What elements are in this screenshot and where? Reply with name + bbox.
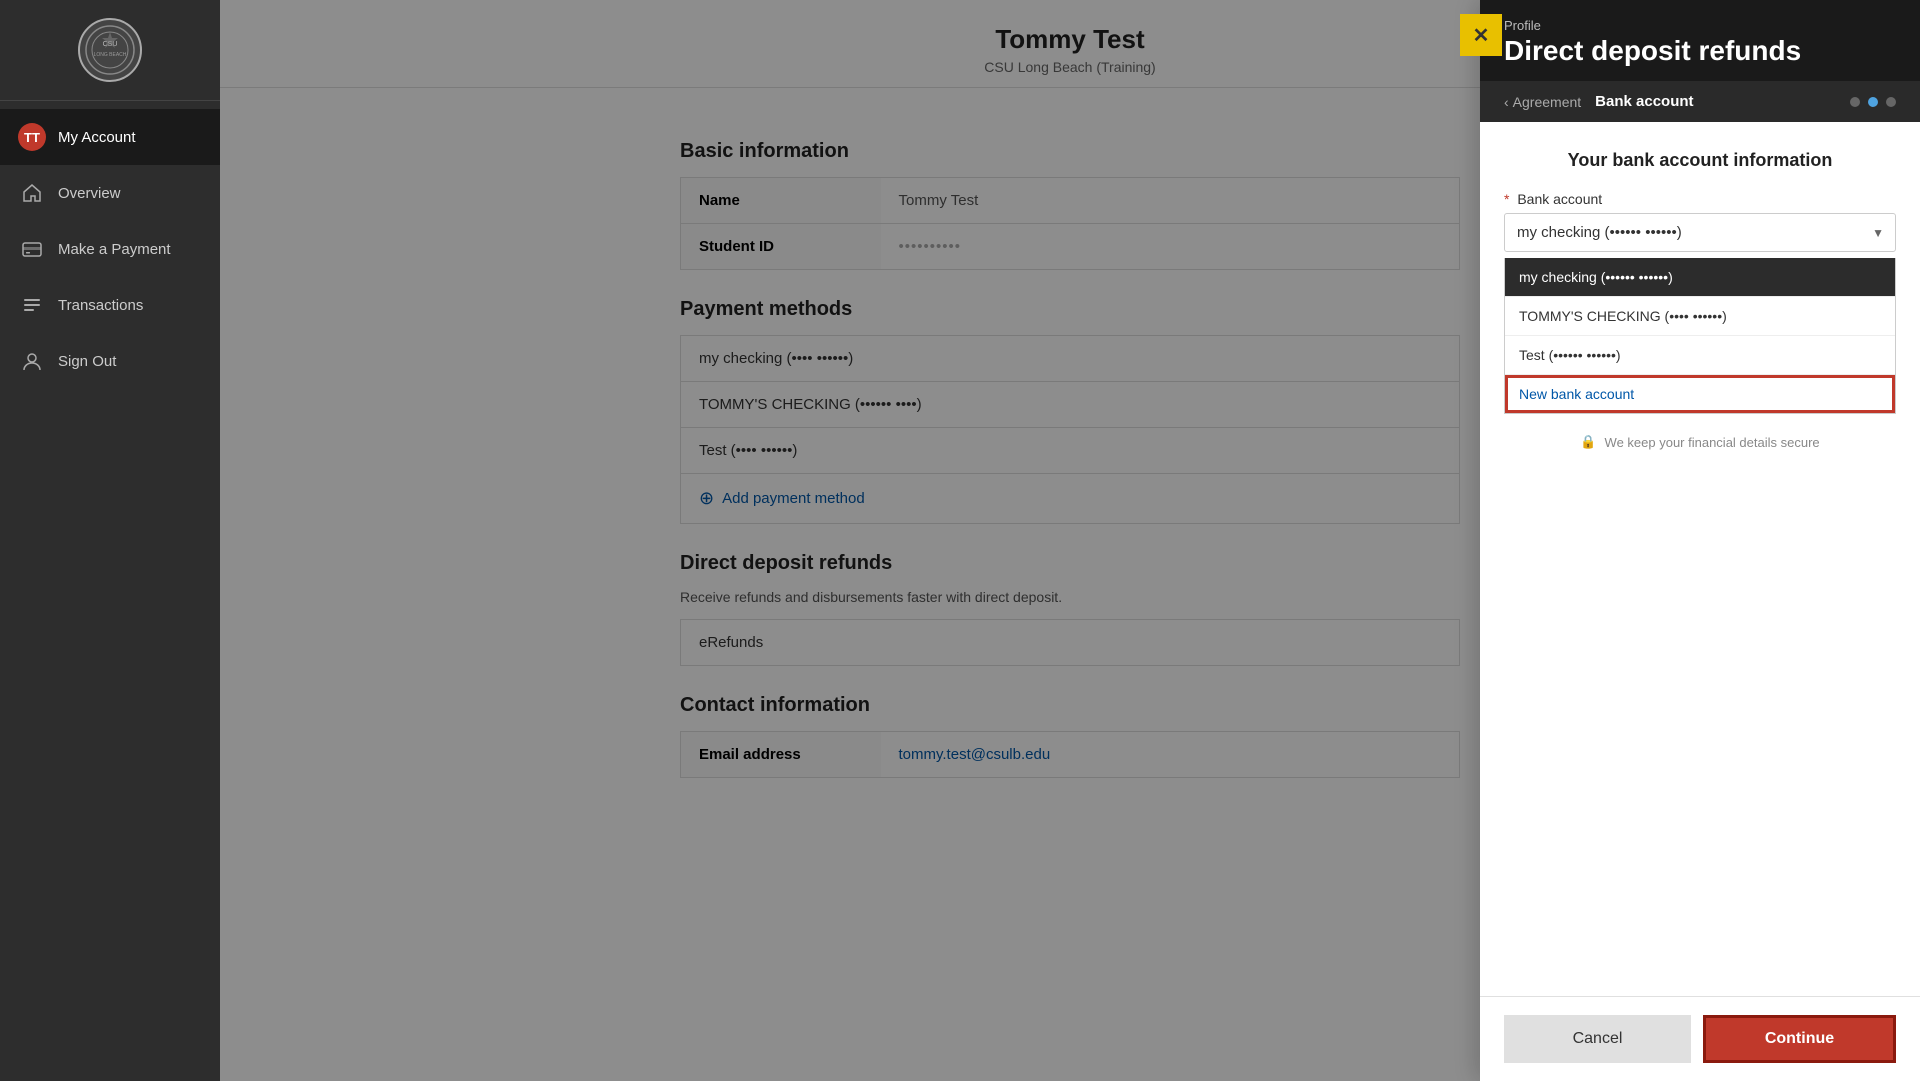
security-note-text: We keep your financial details secure — [1605, 435, 1820, 450]
sidebar: CSU LONG BEACH TT My Account Overview — [0, 0, 220, 1081]
user-avatar: TT — [18, 123, 46, 151]
sidebar-nav: TT My Account Overview Make a Payment — [0, 101, 220, 1081]
sidebar-item-label: Sign Out — [58, 353, 116, 370]
step-dot-2 — [1868, 97, 1878, 107]
svg-text:LONG BEACH: LONG BEACH — [94, 52, 127, 58]
close-button[interactable]: ✕ — [1460, 14, 1502, 56]
sidebar-item-sign-out[interactable]: Sign Out — [0, 333, 220, 389]
dropdown-item-my-checking[interactable]: my checking (•••••• ••••••) — [1505, 258, 1895, 297]
dropdown-item-new-bank-account[interactable]: New bank account — [1505, 375, 1895, 413]
step-current-label: Bank account — [1595, 93, 1693, 110]
signout-icon — [18, 347, 46, 375]
security-note: 🔒 We keep your financial details secure — [1504, 414, 1896, 460]
step-back-label: Agreement — [1513, 94, 1581, 110]
sidebar-item-transactions[interactable]: Transactions — [0, 277, 220, 333]
step-dots — [1850, 97, 1896, 107]
field-label-text: Bank account — [1517, 191, 1602, 207]
select-value: my checking (•••••• ••••••) — [1517, 224, 1682, 241]
payment-icon — [18, 235, 46, 263]
side-panel: ✕ Profile Direct deposit refunds ‹ Agree… — [1480, 0, 1920, 1081]
institution-logo: CSU LONG BEACH — [78, 18, 142, 82]
chevron-left-icon: ‹ — [1504, 94, 1509, 110]
bank-account-select[interactable]: my checking (•••••• ••••••) — [1504, 213, 1896, 252]
panel-section-title: Your bank account information — [1504, 150, 1896, 171]
bank-account-label: * Bank account — [1504, 191, 1896, 207]
panel-footer: Cancel Continue — [1480, 996, 1920, 1081]
continue-button[interactable]: Continue — [1703, 1015, 1896, 1063]
sidebar-item-label: My Account — [58, 129, 136, 146]
sidebar-item-label: Transactions — [58, 297, 143, 314]
lock-icon: 🔒 — [1580, 434, 1596, 450]
panel-steps: ‹ Agreement Bank account — [1480, 81, 1920, 122]
cancel-button[interactable]: Cancel — [1504, 1015, 1691, 1063]
person-icon: TT — [18, 123, 46, 151]
step-back-button[interactable]: ‹ Agreement — [1504, 94, 1581, 110]
panel-header: ✕ Profile Direct deposit refunds — [1480, 0, 1920, 81]
dropdown-item-tommys-checking[interactable]: TOMMY'S CHECKING (•••• ••••••) — [1505, 297, 1895, 336]
panel-body: Your bank account information * Bank acc… — [1480, 122, 1920, 996]
required-marker: * — [1504, 191, 1509, 207]
sidebar-item-label: Overview — [58, 185, 121, 202]
sidebar-item-make-payment[interactable]: Make a Payment — [0, 221, 220, 277]
dropdown-item-test[interactable]: Test (•••••• ••••••) — [1505, 336, 1895, 375]
list-icon — [18, 291, 46, 319]
sidebar-item-my-account[interactable]: TT My Account — [0, 109, 220, 165]
step-dot-3 — [1886, 97, 1896, 107]
sidebar-item-overview[interactable]: Overview — [0, 165, 220, 221]
sidebar-logo: CSU LONG BEACH — [0, 0, 220, 101]
sidebar-item-label: Make a Payment — [58, 241, 171, 258]
panel-main-title: Direct deposit refunds — [1504, 35, 1896, 67]
step-dot-1 — [1850, 97, 1860, 107]
bank-account-select-wrapper: my checking (•••••• ••••••) ▼ — [1504, 213, 1896, 252]
bank-account-dropdown: my checking (•••••• ••••••) TOMMY'S CHEC… — [1504, 258, 1896, 414]
home-icon — [18, 179, 46, 207]
panel-profile-label: Profile — [1504, 18, 1896, 33]
